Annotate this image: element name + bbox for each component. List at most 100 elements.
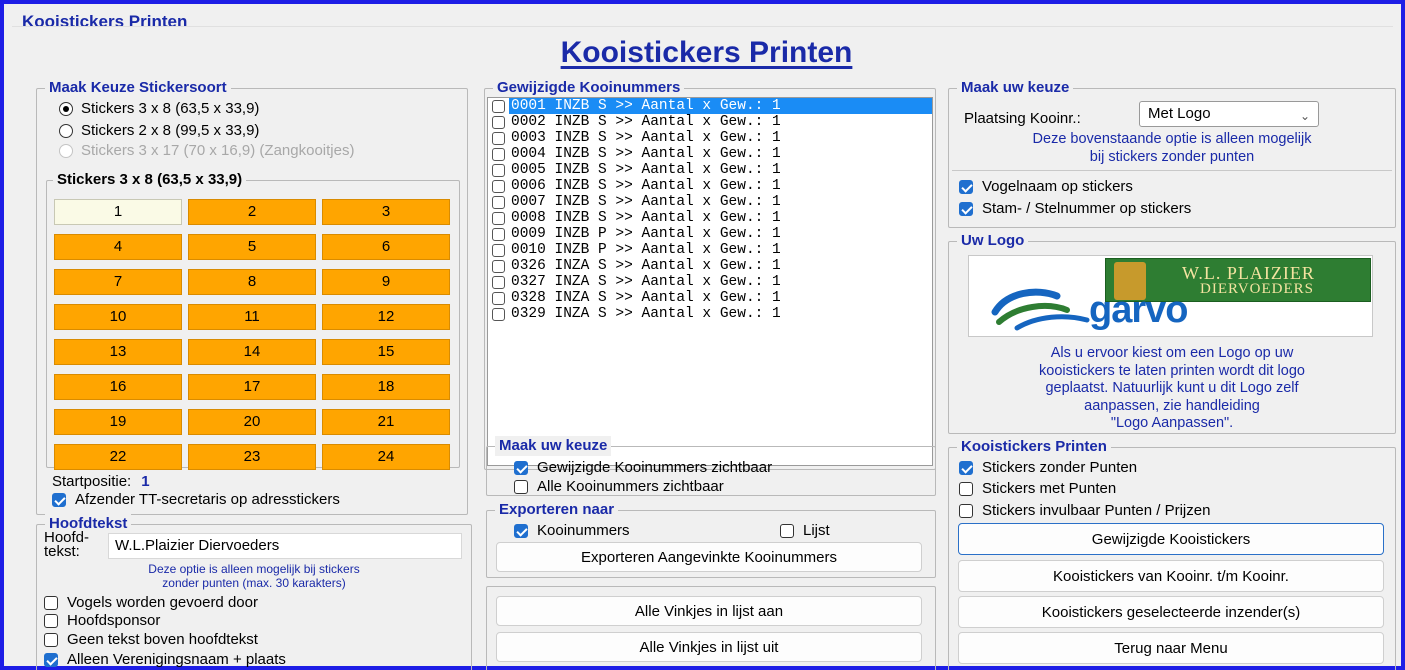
radio-stickers-3x8[interactable]: Stickers 3 x 8 (63,5 x 33,9) (59, 100, 259, 117)
list-item[interactable]: 0327 INZA S >> Aantal x Gew.: 1 (488, 274, 932, 290)
list-item-checkbox[interactable] (492, 131, 505, 145)
check-icon[interactable] (959, 460, 973, 475)
radio-stickers-2x8[interactable]: Stickers 2 x 8 (99,5 x 33,9) (59, 122, 259, 139)
list-item[interactable]: 0004 INZB S >> Aantal x Gew.: 1 (488, 146, 932, 162)
list-item-checkbox[interactable] (492, 99, 505, 113)
sticker-position-cell[interactable]: 22 (54, 444, 182, 470)
sticker-position-cell[interactable]: 15 (322, 339, 450, 365)
check-main-sponsor[interactable]: Hoofdsponsor (44, 612, 160, 629)
list-item-checkbox[interactable] (492, 147, 505, 161)
check-icon[interactable] (780, 523, 794, 538)
selected-exhibitors-button[interactable]: Kooistickers geselecteerde inzender(s) (958, 596, 1384, 628)
sticker-position-cell[interactable]: 7 (54, 269, 182, 295)
headtext-input[interactable]: W.L.Plaizier Diervoeders (108, 533, 462, 559)
check-icon[interactable] (959, 201, 973, 216)
changed-stickers-button[interactable]: Gewijzigde Kooistickers (958, 523, 1384, 555)
list-item[interactable]: 0006 INZB S >> Aantal x Gew.: 1 (488, 178, 932, 194)
sticker-position-cell[interactable]: 12 (322, 304, 450, 330)
list-item-checkbox[interactable] (492, 243, 505, 257)
list-item[interactable]: 0003 INZB S >> Aantal x Gew.: 1 (488, 130, 932, 146)
sticker-position-cell[interactable]: 1 (54, 199, 182, 225)
sticker-position-cell[interactable]: 21 (322, 409, 450, 435)
check-icon[interactable] (52, 492, 66, 507)
check-icon[interactable] (44, 632, 58, 647)
check-club-name-only[interactable]: Alleen Verenigingsnaam + plaats (44, 651, 286, 668)
range-stickers-button[interactable]: Kooistickers van Kooinr. t/m Kooinr. (958, 560, 1384, 592)
list-item-checkbox[interactable] (492, 179, 505, 193)
sticker-position-cell[interactable]: 19 (54, 409, 182, 435)
check-icon[interactable] (514, 479, 528, 494)
all-ticks-on-button[interactable]: Alle Vinkjes in lijst aan (496, 596, 922, 626)
back-to-menu-button[interactable]: Terug naar Menu (958, 632, 1384, 664)
sticker-position-cell[interactable]: 23 (188, 444, 316, 470)
export-checked-button[interactable]: Exporteren Aangevinkte Kooinummers (496, 542, 922, 572)
sticker-position-cell[interactable]: 11 (188, 304, 316, 330)
logo-legend: Uw Logo (957, 231, 1029, 251)
sticker-position-cell[interactable]: 9 (322, 269, 450, 295)
check-fed-by[interactable]: Vogels worden gevoerd door (44, 594, 258, 611)
check-icon[interactable] (514, 523, 528, 538)
check-ring-number[interactable]: Stam- / Stelnummer op stickers (959, 200, 1191, 217)
check-icon[interactable] (959, 503, 973, 518)
check-changed-visible[interactable]: Gewijzigde Kooinummers zichtbaar (514, 459, 772, 476)
list-item-checkbox[interactable] (492, 227, 505, 241)
sticker-position-cell[interactable]: 4 (54, 234, 182, 260)
list-item[interactable]: 0010 INZB P >> Aantal x Gew.: 1 (488, 242, 932, 258)
check-no-text-above[interactable]: Geen tekst boven hoofdtekst (44, 631, 258, 648)
check-icon[interactable] (514, 460, 528, 475)
check-icon[interactable] (959, 481, 973, 496)
list-item-checkbox[interactable] (492, 195, 505, 209)
sticker-position-cell[interactable]: 6 (322, 234, 450, 260)
list-item-checkbox[interactable] (492, 291, 505, 305)
check-with-points[interactable]: Stickers met Punten (959, 480, 1116, 497)
sticker-position-cell[interactable]: 18 (322, 374, 450, 400)
check-export-numbers[interactable]: Kooinummers (514, 522, 630, 539)
placement-select[interactable]: Met Logo ⌄ (1139, 101, 1319, 127)
sender-checkbox-row[interactable]: Afzender TT-secretaris op adresstickers (52, 491, 340, 508)
choice-mid-legend: Maak uw keuze (495, 436, 612, 456)
check-icon[interactable] (959, 179, 973, 194)
radio-dot-icon[interactable] (59, 101, 73, 116)
check-icon[interactable] (44, 613, 58, 628)
check-export-list[interactable]: Lijst (780, 522, 830, 539)
check-icon[interactable] (44, 652, 58, 667)
sticker-position-cell[interactable]: 5 (188, 234, 316, 260)
sticker-position-cell[interactable]: 10 (54, 304, 182, 330)
list-item-label: 0328 INZA S >> Aantal x Gew.: 1 (511, 290, 781, 306)
list-item-checkbox[interactable] (492, 163, 505, 177)
sticker-position-cell[interactable]: 3 (322, 199, 450, 225)
list-item[interactable]: 0008 INZB S >> Aantal x Gew.: 1 (488, 210, 932, 226)
list-item-checkbox[interactable] (492, 115, 505, 129)
cage-number-list[interactable]: 0001 INZB S >> Aantal x Gew.: 1 0002 INZB… (487, 97, 933, 466)
list-item[interactable]: 0007 INZB S >> Aantal x Gew.: 1 (488, 194, 932, 210)
list-item[interactable]: 0009 INZB P >> Aantal x Gew.: 1 (488, 226, 932, 242)
list-item-checkbox[interactable] (492, 275, 505, 289)
list-item-checkbox[interactable] (492, 211, 505, 225)
check-bird-name[interactable]: Vogelnaam op stickers (959, 178, 1133, 195)
sticker-position-cell[interactable]: 14 (188, 339, 316, 365)
sticker-position-cell[interactable]: 8 (188, 269, 316, 295)
list-item[interactable]: 0001 INZB S >> Aantal x Gew.: 1 (488, 98, 932, 114)
sticker-position-cell[interactable]: 20 (188, 409, 316, 435)
all-ticks-off-button[interactable]: Alle Vinkjes in lijst uit (496, 632, 922, 662)
list-item[interactable]: 0328 INZA S >> Aantal x Gew.: 1 (488, 290, 932, 306)
list-item[interactable]: 0326 INZA S >> Aantal x Gew.: 1 (488, 258, 932, 274)
sticker-position-cell[interactable]: 16 (54, 374, 182, 400)
sticker-position-cell[interactable]: 13 (54, 339, 182, 365)
list-item[interactable]: 0329 INZA S >> Aantal x Gew.: 1 (488, 306, 932, 322)
check-icon[interactable] (44, 595, 58, 610)
check-label: Stickers met Punten (982, 480, 1117, 497)
check-label: Vogels worden gevoerd door (67, 594, 258, 611)
sticker-position-cell[interactable]: 24 (322, 444, 450, 470)
sticker-position-cell[interactable]: 2 (188, 199, 316, 225)
check-all-visible[interactable]: Alle Kooinummers zichtbaar (514, 478, 724, 495)
radio-dot-icon[interactable] (59, 123, 73, 138)
check-without-points[interactable]: Stickers zonder Punten (959, 459, 1137, 476)
list-item-checkbox[interactable] (492, 307, 505, 321)
placement-label: Plaatsing Kooinr.: (964, 110, 1081, 127)
list-item[interactable]: 0005 INZB S >> Aantal x Gew.: 1 (488, 162, 932, 178)
list-item-checkbox[interactable] (492, 259, 505, 273)
sticker-position-cell[interactable]: 17 (188, 374, 316, 400)
check-fillable-points[interactable]: Stickers invulbaar Punten / Prijzen (959, 502, 1210, 519)
list-item[interactable]: 0002 INZB S >> Aantal x Gew.: 1 (488, 114, 932, 130)
